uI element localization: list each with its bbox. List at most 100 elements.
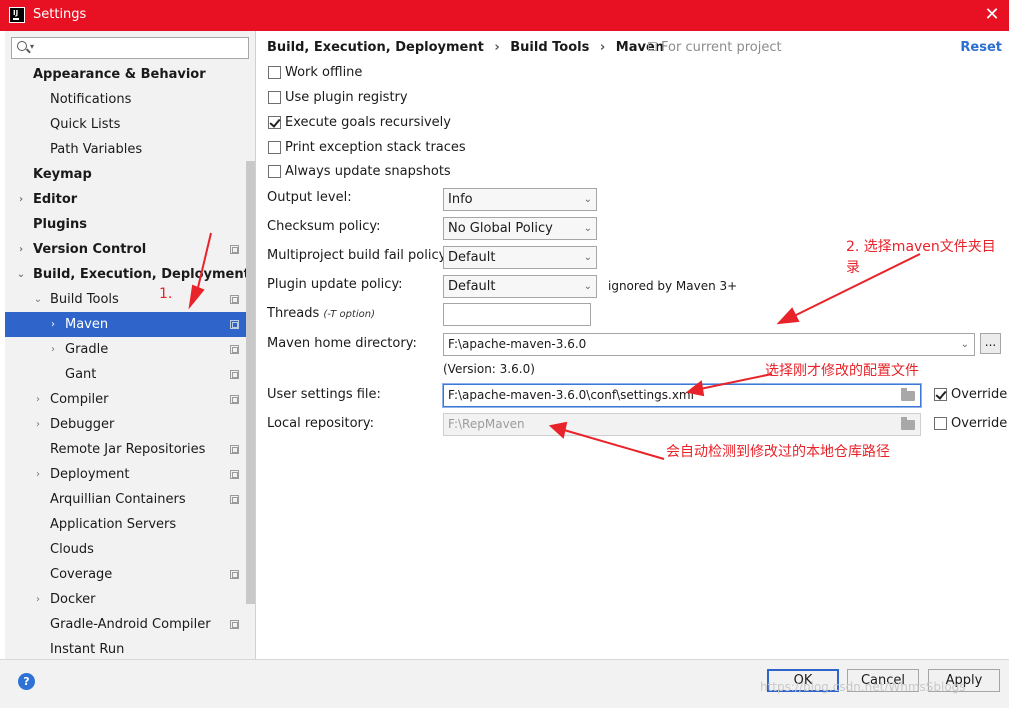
breadcrumb-item: Build, Execution, Deployment: [267, 40, 484, 55]
sidebar-item-application-servers[interactable]: Application Servers: [5, 512, 255, 537]
user-settings-input[interactable]: F:\apache-maven-3.6.0\conf\settings.xml: [443, 384, 921, 407]
chevron-down-icon[interactable]: ⌄: [33, 287, 43, 312]
annotation-arrowhead: [776, 307, 800, 325]
sidebar-item-deployment[interactable]: › Deployment: [5, 462, 255, 487]
checkbox-box[interactable]: [268, 66, 281, 79]
sidebar-item-debugger[interactable]: › Debugger: [5, 412, 255, 437]
sidebar-item-keymap[interactable]: Keymap: [5, 162, 255, 187]
sidebar-item-label: Editor: [33, 192, 78, 207]
checksum-policy-value: No Global Policy: [448, 221, 553, 236]
annotation-step1: 1.: [159, 286, 173, 302]
sidebar-item-path-variables[interactable]: Path Variables: [5, 137, 255, 162]
threads-label: Threads (-T option): [267, 306, 375, 321]
chevron-right-icon: ›: [494, 40, 500, 55]
sidebar-item-gant[interactable]: Gant: [5, 362, 255, 387]
chevron-down-icon[interactable]: ⌄: [16, 262, 26, 287]
checkbox-box[interactable]: [268, 141, 281, 154]
project-scope-icon: [230, 570, 239, 579]
sidebar-item-label: Application Servers: [50, 517, 177, 532]
sidebar-item-build-execution-deployment[interactable]: ⌄ Build, Execution, Deployment: [5, 262, 255, 287]
chevron-right-icon[interactable]: ›: [33, 387, 43, 412]
sidebar-item-quick-lists[interactable]: Quick Lists: [5, 112, 255, 137]
output-level-select[interactable]: Info ⌄: [443, 188, 597, 211]
plugin-update-label: Plugin update policy:: [267, 277, 403, 292]
search-input[interactable]: ▾: [11, 37, 249, 59]
sidebar-item-arquillian-containers[interactable]: Arquillian Containers: [5, 487, 255, 512]
sidebar-item-instant-run[interactable]: Instant Run: [5, 637, 255, 659]
sidebar-item-docker[interactable]: › Docker: [5, 587, 255, 612]
sidebar-item-label: Gant: [65, 367, 97, 382]
sidebar-item-label: Build, Execution, Deployment: [33, 267, 250, 282]
sidebar-item-gradle[interactable]: › Gradle: [5, 337, 255, 362]
sidebar-item-label: Arquillian Containers: [50, 492, 186, 507]
multiproject-fail-value: Default: [448, 250, 496, 265]
folder-icon[interactable]: [901, 388, 915, 401]
checksum-policy-select[interactable]: No Global Policy ⌄: [443, 217, 597, 240]
chevron-right-icon[interactable]: ›: [33, 412, 43, 437]
plugin-update-value: Default: [448, 279, 496, 294]
settings-sidebar: ▾ Appearance & Behavior Notifications Quic…: [5, 31, 256, 659]
sidebar-item-maven[interactable]: › Maven: [5, 312, 255, 337]
sidebar-item-editor[interactable]: › Editor: [5, 187, 255, 212]
project-icon: [648, 42, 657, 51]
sidebar-item-version-control[interactable]: › Version Control: [5, 237, 255, 262]
help-icon[interactable]: ?: [18, 673, 35, 690]
chevron-right-icon[interactable]: ›: [16, 187, 26, 212]
maven-home-combobox[interactable]: F:\apache-maven-3.6.0 ⌄: [443, 333, 975, 356]
threads-input[interactable]: [443, 303, 591, 326]
threads-label-text: Threads: [267, 306, 320, 321]
chevron-right-icon[interactable]: ›: [33, 587, 43, 612]
checkbox-box[interactable]: [268, 91, 281, 104]
sidebar-item-label: Gradle-Android Compiler: [50, 617, 211, 632]
sidebar-item-label: Notifications: [50, 92, 132, 107]
search-icon: [17, 41, 27, 51]
sidebar-item-remote-jar-repositories[interactable]: Remote Jar Repositories: [5, 437, 255, 462]
multiproject-fail-label: Multiproject build fail policy:: [267, 248, 450, 263]
annotation-settings-file: 选择刚才修改的配置文件: [765, 363, 919, 379]
browse-button[interactable]: ...: [980, 333, 1001, 354]
chevron-right-icon[interactable]: ›: [33, 462, 43, 487]
chevron-right-icon[interactable]: ›: [48, 312, 58, 337]
sidebar-item-notifications[interactable]: Notifications: [5, 87, 255, 112]
project-scope-icon: [230, 345, 239, 354]
checkbox-label: Always update snapshots: [285, 164, 451, 179]
sidebar-item-plugins[interactable]: Plugins: [5, 212, 255, 237]
chevron-right-icon[interactable]: ›: [16, 237, 26, 262]
output-level-value: Info: [448, 192, 473, 207]
folder-icon: [901, 417, 915, 430]
sidebar-item-label: Debugger: [50, 417, 115, 432]
reset-link[interactable]: Reset: [960, 40, 1002, 55]
sidebar-scrollbar[interactable]: [246, 161, 255, 604]
sidebar-item-label: Path Variables: [50, 142, 143, 157]
sidebar-item-clouds[interactable]: Clouds: [5, 537, 255, 562]
for-current-project-text: For current project: [661, 40, 782, 55]
sidebar-item-compiler[interactable]: › Compiler: [5, 387, 255, 412]
checkbox-box[interactable]: [268, 165, 281, 178]
local-repository-input: F:\RepMaven: [443, 413, 921, 436]
local-repository-label: Local repository:: [267, 416, 374, 431]
sidebar-item-label: Coverage: [50, 567, 113, 582]
multiproject-fail-select[interactable]: Default ⌄: [443, 246, 597, 269]
project-scope-icon: [230, 495, 239, 504]
annotation-step2-line2: 录: [846, 260, 860, 276]
chevron-down-icon: ⌄: [583, 194, 592, 205]
chevron-right-icon: ›: [599, 40, 606, 55]
sidebar-item-gradle-android-compiler[interactable]: Gradle-Android Compiler: [5, 612, 255, 637]
checkbox-label: Execute goals recursively: [285, 115, 451, 130]
maven-version-label: (Version: 3.6.0): [443, 362, 535, 376]
chevron-right-icon[interactable]: ›: [48, 337, 58, 362]
checkbox-box[interactable]: [268, 116, 281, 129]
sidebar-item-label: Plugins: [33, 217, 87, 232]
sidebar-item-appearance-behavior[interactable]: Appearance & Behavior: [5, 62, 255, 87]
sidebar-item-build-tools[interactable]: ⌄ Build Tools: [5, 287, 255, 312]
checkbox-box[interactable]: [934, 417, 947, 430]
plugin-update-select[interactable]: Default ⌄: [443, 275, 597, 298]
checksum-policy-label: Checksum policy:: [267, 219, 381, 234]
chevron-down-icon: ⌄: [583, 281, 592, 292]
sidebar-item-label: Deployment: [50, 467, 130, 482]
window-title: Settings: [33, 7, 87, 22]
sidebar-item-coverage[interactable]: Coverage: [5, 562, 255, 587]
project-scope-icon: [230, 620, 239, 629]
checkbox-box[interactable]: [934, 388, 947, 401]
close-icon[interactable]: ✕: [981, 4, 1003, 26]
